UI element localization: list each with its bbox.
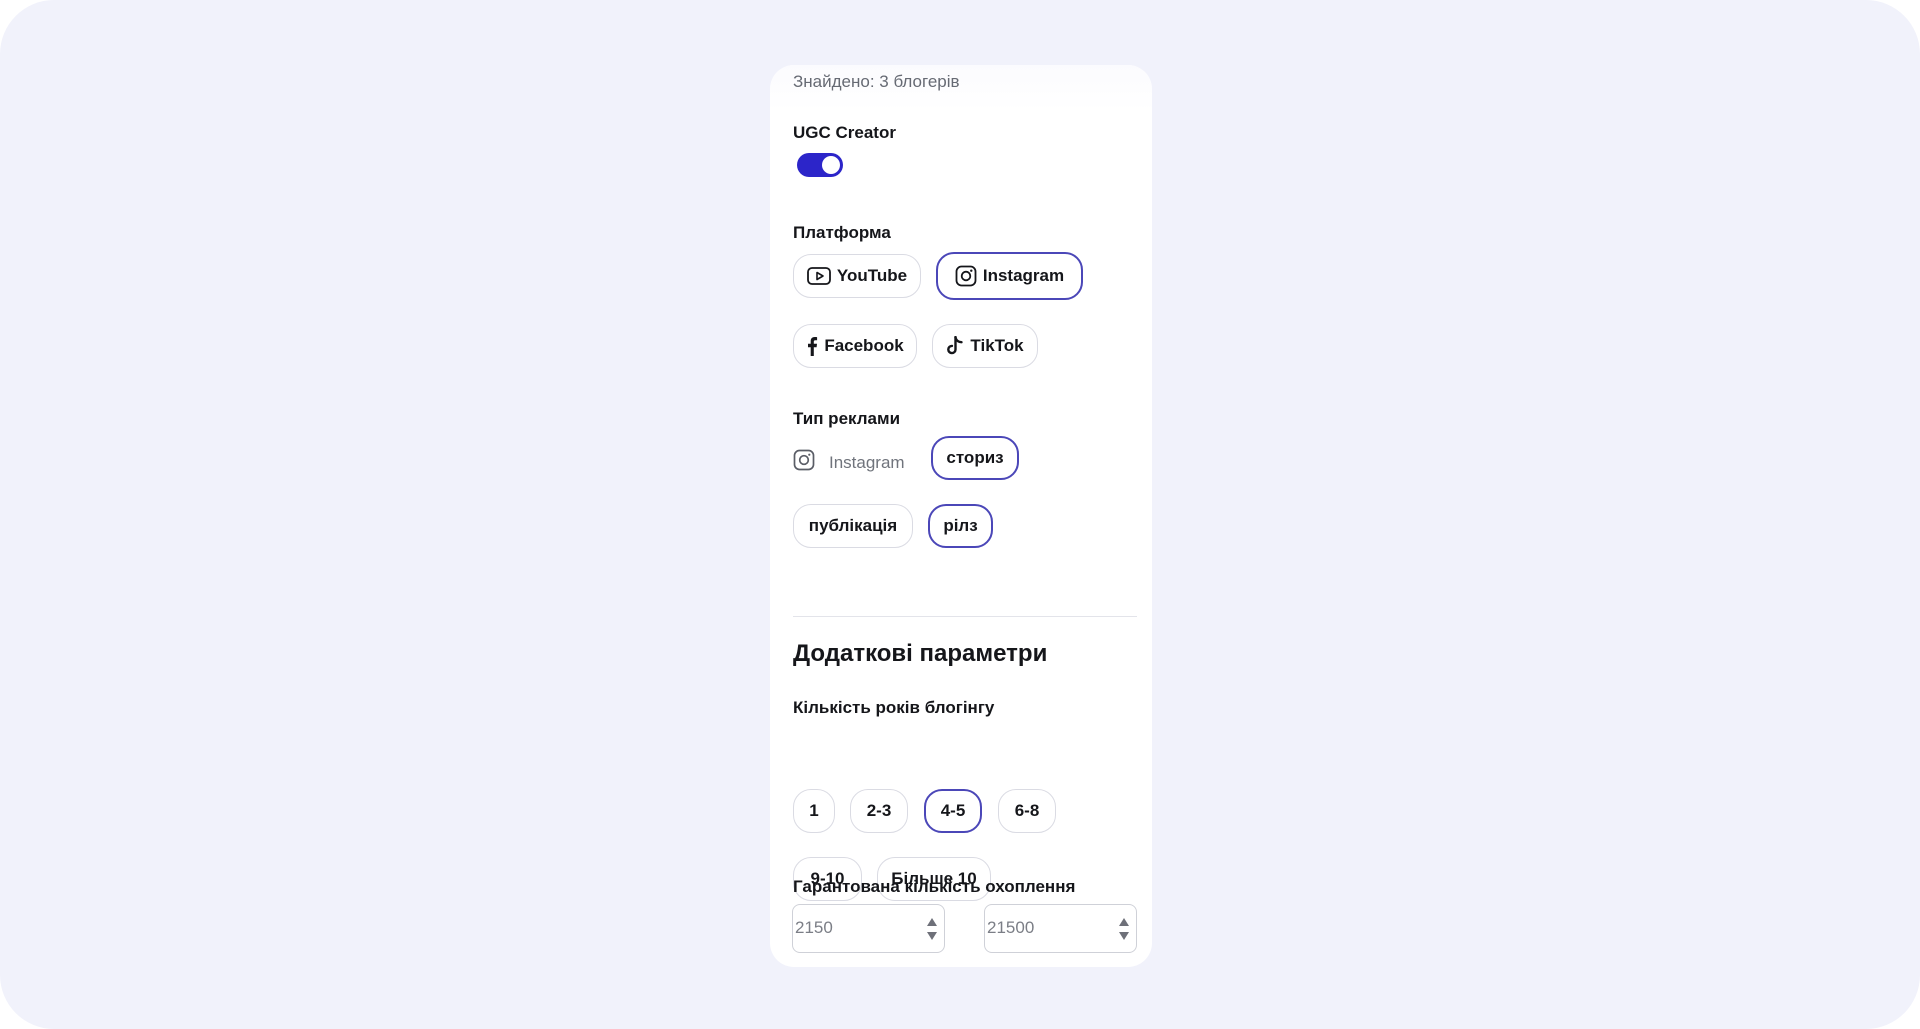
ad-type-platform-label: Instagram bbox=[829, 452, 905, 472]
ad-type-label: Тип реклами bbox=[793, 409, 901, 428]
ad-type-chip-stories[interactable]: сториз bbox=[931, 436, 1019, 480]
platform-chip-instagram[interactable]: Instagram bbox=[936, 252, 1083, 300]
instagram-icon bbox=[955, 265, 977, 287]
platform-label: Платформа bbox=[793, 223, 891, 242]
years-chip-2-3[interactable]: 2-3 bbox=[850, 789, 908, 833]
platform-chip-facebook[interactable]: Facebook bbox=[793, 324, 917, 368]
toggle-knob bbox=[822, 156, 840, 174]
facebook-icon bbox=[806, 336, 818, 356]
reach-min-spinner-icon[interactable] bbox=[926, 917, 938, 941]
ad-type-chip-label: сториз bbox=[946, 448, 1004, 467]
reach-max-spinner-icon[interactable] bbox=[1118, 917, 1130, 941]
platform-chip-label: Facebook bbox=[824, 336, 904, 355]
results-count: Знайдено: 3 блогерів bbox=[793, 72, 960, 91]
ugc-creator-label: UGC Creator bbox=[793, 123, 896, 142]
platform-chip-youtube[interactable]: YouTube bbox=[793, 254, 921, 298]
reach-max-input[interactable] bbox=[985, 905, 1105, 951]
extra-params-title: Додаткові параметри bbox=[793, 640, 1048, 667]
section-divider bbox=[793, 616, 1137, 617]
platform-chip-tiktok[interactable]: TikTok bbox=[932, 324, 1038, 368]
youtube-icon bbox=[806, 266, 831, 286]
ad-type-platform: Instagram bbox=[793, 449, 905, 476]
platform-chip-label: YouTube bbox=[836, 266, 908, 285]
years-chip-label: 4-5 bbox=[940, 801, 966, 820]
blogging-years-label: Кількість років блогінгу bbox=[793, 698, 995, 717]
reach-min-input[interactable] bbox=[793, 905, 913, 951]
reach-min-field[interactable] bbox=[792, 904, 945, 953]
ugc-creator-toggle[interactable] bbox=[797, 153, 843, 177]
years-chip-6-8[interactable]: 6-8 bbox=[998, 789, 1056, 833]
years-chip-label: 1 bbox=[809, 801, 819, 820]
platform-chip-label: Instagram bbox=[982, 266, 1065, 285]
years-chip-label: 2-3 bbox=[866, 801, 892, 820]
page-background: Знайдено: 3 блогерів UGC Creator Платфор… bbox=[0, 0, 1920, 1029]
reach-label: Гарантована кількість охоплення bbox=[793, 877, 1076, 896]
ad-type-chip-reels[interactable]: рілз bbox=[928, 504, 993, 548]
ad-type-chip-label: публікація bbox=[808, 516, 898, 535]
years-chip-label: 6-8 bbox=[1014, 801, 1040, 820]
ad-type-chip-post[interactable]: публікація bbox=[793, 504, 913, 548]
tiktok-icon bbox=[946, 336, 964, 356]
years-chip-4-5[interactable]: 4-5 bbox=[924, 789, 982, 833]
platform-chip-label: TikTok bbox=[970, 336, 1024, 355]
years-chip-1[interactable]: 1 bbox=[793, 789, 835, 833]
filter-panel: Знайдено: 3 блогерів UGC Creator Платфор… bbox=[770, 65, 1152, 967]
ad-type-chip-label: рілз bbox=[943, 516, 978, 535]
reach-max-field[interactable] bbox=[984, 904, 1137, 953]
instagram-icon bbox=[793, 449, 815, 476]
